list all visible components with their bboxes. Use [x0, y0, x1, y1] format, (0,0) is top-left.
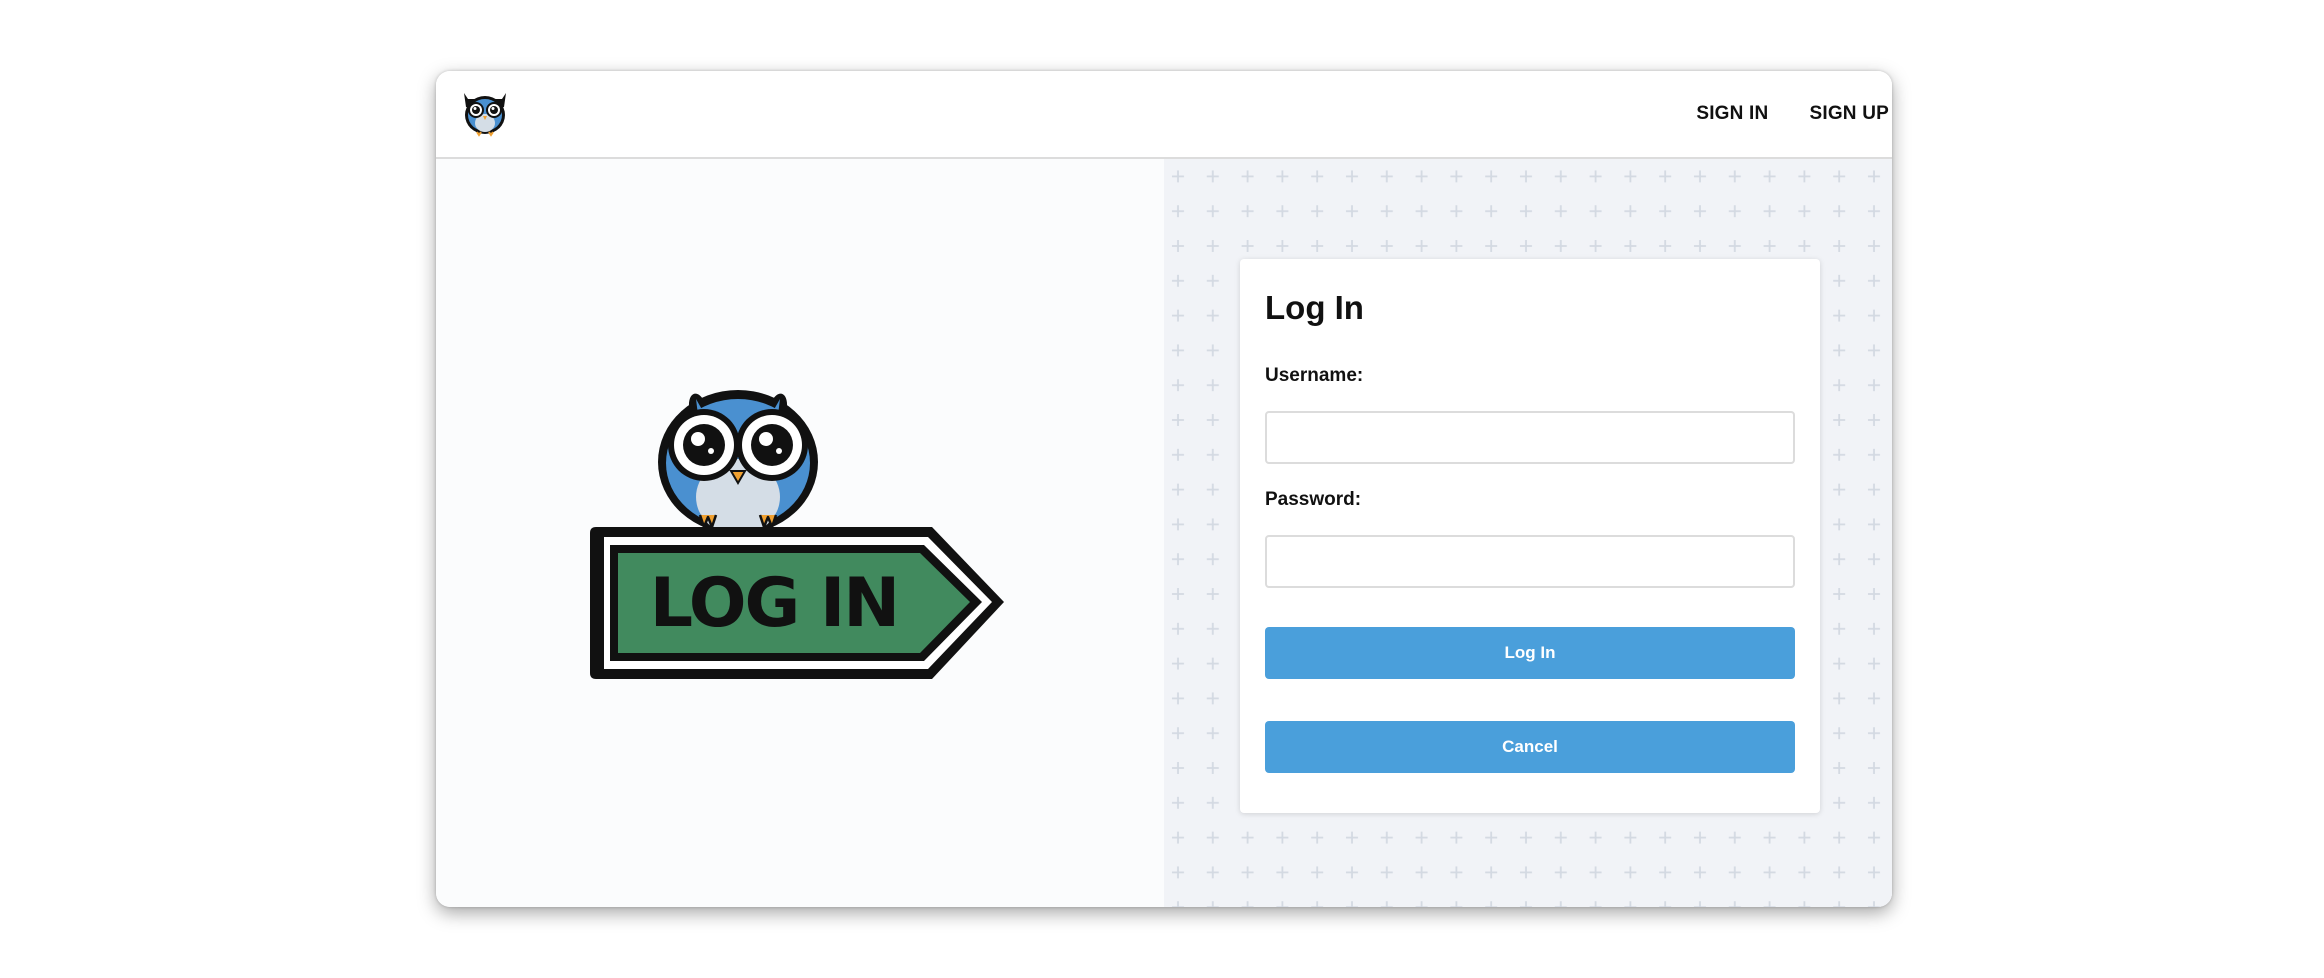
nav-sign-in-link[interactable]: SIGN IN: [1696, 103, 1768, 125]
hero-panel: LOG IN: [436, 159, 1164, 907]
owl-logo-icon[interactable]: [458, 85, 512, 139]
top-navbar: SIGN IN SIGN UP: [436, 71, 1892, 159]
login-card: Log In Username: Password: Log In Cancel: [1240, 259, 1820, 813]
login-sign: LOG IN: [590, 527, 1004, 679]
nav-sign-up-link[interactable]: SIGN UP: [1809, 103, 1889, 125]
login-title: Log In: [1265, 289, 1364, 326]
password-label: Password:: [1265, 489, 1362, 510]
owl-icon: [658, 390, 818, 535]
sign-text: LOG IN: [650, 564, 898, 643]
app-window: SIGN IN SIGN UP LOG IN Log In Username: …: [436, 71, 1892, 907]
cancel-button[interactable]: Cancel: [1265, 721, 1795, 773]
login-button[interactable]: Log In: [1265, 627, 1795, 679]
username-label: Username:: [1265, 365, 1364, 386]
main-nav: SIGN IN SIGN UP: [1676, 71, 1892, 157]
password-input[interactable]: [1265, 535, 1795, 588]
owl-login-sign-illustration: LOG IN: [590, 390, 1004, 679]
username-input[interactable]: [1265, 411, 1795, 464]
